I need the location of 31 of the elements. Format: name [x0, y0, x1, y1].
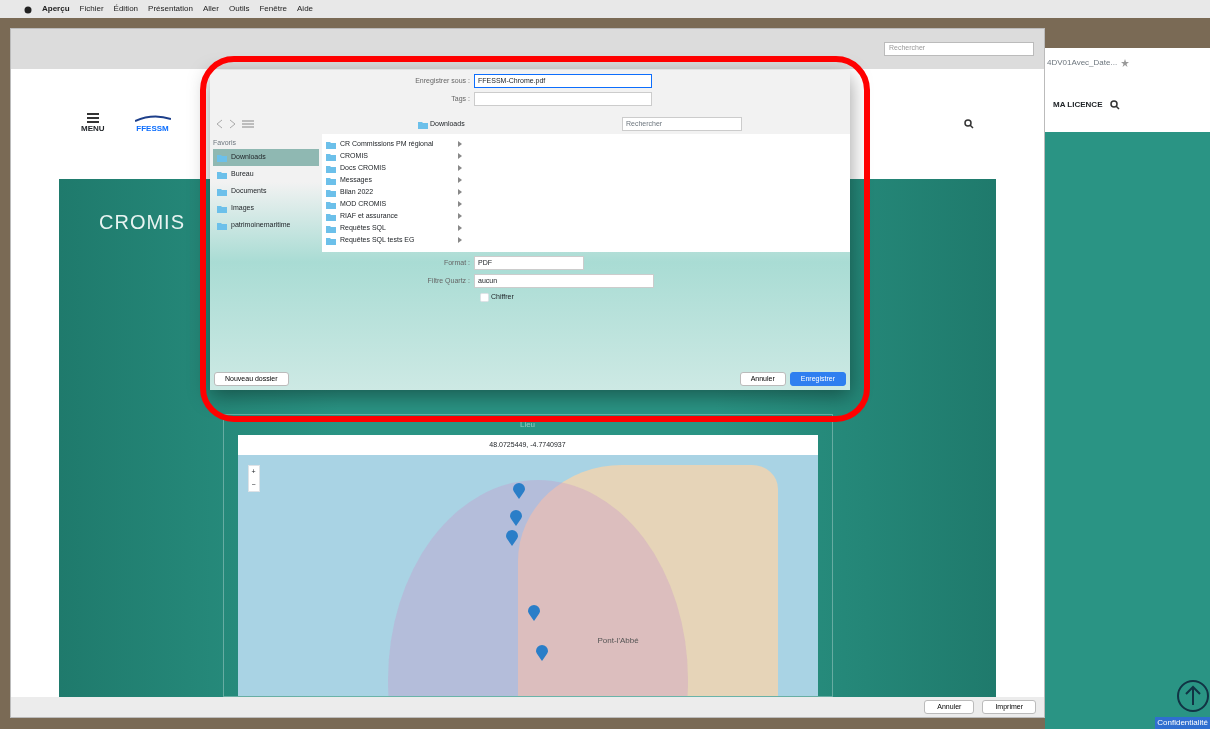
menu-icon — [86, 113, 99, 123]
star-icon — [1121, 59, 1130, 67]
map-title: Lieu — [519, 419, 536, 431]
folder-icon — [418, 119, 428, 129]
back-forward-icon — [214, 119, 238, 129]
brand-name: FFESSM — [136, 123, 169, 135]
map-pin-icon[interactable] — [509, 510, 522, 526]
address-text: 4DV01Avec_Date... — [1047, 57, 1118, 69]
logo-text: CROMIS — [99, 210, 185, 235]
map-pin-icon[interactable] — [535, 645, 548, 661]
search-icon — [964, 119, 974, 129]
place-label: Pont-l'Abbé — [597, 635, 639, 647]
menu-item[interactable]: Aller — [202, 3, 219, 15]
wave-logo-icon — [134, 113, 171, 123]
menu-item[interactable]: Outils — [229, 3, 250, 15]
menu-item[interactable]: Édition — [113, 3, 139, 15]
tags-field[interactable] — [474, 92, 652, 106]
menu-item[interactable]: Présentation — [148, 3, 193, 15]
search-icon — [1110, 100, 1121, 110]
menu-item[interactable]: Fichier — [79, 3, 104, 15]
menu-item[interactable]: Aperçu — [42, 3, 70, 15]
map-pin-icon[interactable] — [527, 605, 540, 621]
nav-link[interactable]: MA LICENCE — [1053, 99, 1103, 111]
encrypt-checkbox[interactable] — [480, 292, 489, 302]
map-pin-icon[interactable] — [512, 483, 525, 499]
map-pin-icon[interactable] — [505, 530, 518, 546]
menu-item[interactable]: Fenêtre — [259, 3, 287, 15]
view-options-icon — [242, 119, 254, 129]
menu-button[interactable]: MENU — [81, 113, 105, 135]
privacy-badge[interactable]: Confidentialité — [1155, 717, 1210, 729]
menu-item[interactable]: Aide — [297, 3, 314, 15]
